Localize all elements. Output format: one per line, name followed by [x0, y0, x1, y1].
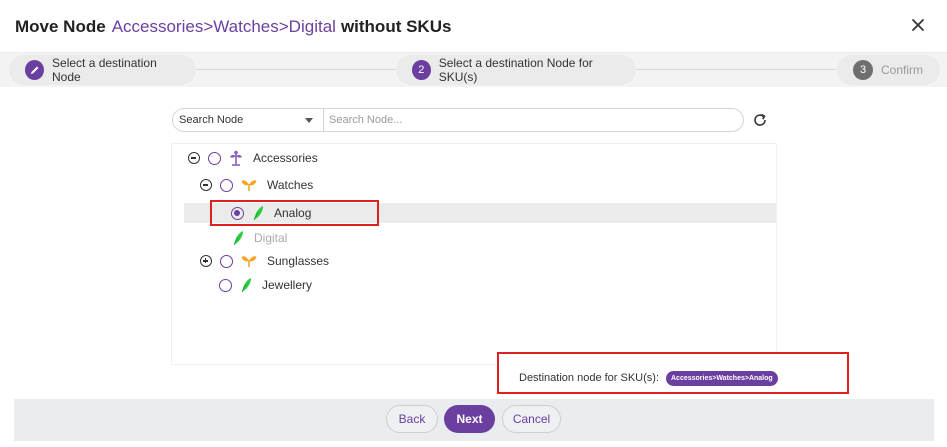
tree-node-accessories[interactable]: Accessories	[188, 148, 318, 168]
node-radio[interactable]	[220, 254, 233, 268]
next-button[interactable]: Next	[444, 405, 495, 433]
search-node-input[interactable]	[329, 111, 729, 129]
tree-node-watches[interactable]: Watches	[200, 175, 313, 195]
node-radio[interactable]	[220, 178, 233, 192]
title-path: Accessories>Watches>Digital	[111, 17, 336, 36]
step-number: 2	[412, 60, 431, 80]
back-button[interactable]: Back	[386, 405, 438, 433]
root-sprout-icon	[230, 150, 242, 166]
search-type-select[interactable]: Search Node	[173, 109, 324, 131]
dialog-title: Move Node Accessories>Watches>Digital with…	[15, 17, 451, 37]
leaf-icon	[233, 231, 243, 246]
step-connector	[636, 69, 836, 70]
collapse-toggle-icon[interactable]	[200, 179, 212, 191]
title-suffix: without SKUs	[340, 17, 452, 36]
step-label: Select a destination Node	[52, 56, 157, 84]
selected-node-highlight	[210, 200, 379, 226]
move-node-dialog: Move Node Accessories>Watches>Digital with…	[0, 0, 947, 447]
pencil-icon	[25, 60, 45, 80]
sprout-icon	[241, 256, 257, 267]
step-connector	[196, 69, 396, 70]
node-label: Jewellery	[262, 278, 313, 292]
dialog-footer: Back Next Cancel	[14, 399, 934, 441]
tree-node-jewellery[interactable]: Jewellery	[219, 275, 312, 295]
node-label: Watches	[267, 178, 314, 192]
node-label: Digital	[254, 231, 288, 245]
dialog-header: Move Node Accessories>Watches>Digital with…	[0, 0, 947, 53]
search-type-value: Search Node	[179, 114, 244, 126]
step-select-destination-sku[interactable]: 2 Select a destination Node for SKU(s)	[396, 55, 636, 85]
node-label: Accessories	[253, 151, 318, 165]
leaf-icon	[241, 278, 251, 293]
step-select-destination[interactable]: Select a destination Node	[9, 55, 196, 85]
tree-node-sunglasses[interactable]: Sunglasses	[200, 251, 329, 271]
expand-toggle-icon[interactable]	[200, 255, 212, 267]
caret-down-icon	[305, 118, 313, 123]
collapse-toggle-icon[interactable]	[188, 152, 200, 164]
close-icon[interactable]	[909, 16, 927, 34]
refresh-icon[interactable]	[752, 112, 768, 128]
search-bar: Search Node	[172, 108, 744, 132]
step-number: 3	[853, 60, 873, 80]
destination-node-summary: Destination node for SKU(s): Accessories…	[497, 352, 849, 394]
node-radio[interactable]	[219, 278, 232, 292]
step-label: Confirm	[881, 63, 924, 77]
title-prefix: Move Node	[15, 17, 106, 36]
step-confirm[interactable]: 3 Confirm	[837, 55, 940, 85]
step-label: Select a destination Node for SKU(s)	[438, 56, 593, 84]
destination-chip: Accessories>Watches>Analog	[666, 371, 778, 386]
tree-node-digital: Digital	[232, 228, 287, 248]
node-label: Sunglasses	[267, 254, 330, 268]
stepper: Select a destination Node 2 Select a des…	[0, 53, 947, 87]
cancel-button[interactable]: Cancel	[502, 405, 561, 433]
node-radio[interactable]	[208, 151, 221, 165]
destination-label: Destination node for SKU(s):	[519, 372, 660, 384]
sprout-icon	[241, 180, 257, 191]
